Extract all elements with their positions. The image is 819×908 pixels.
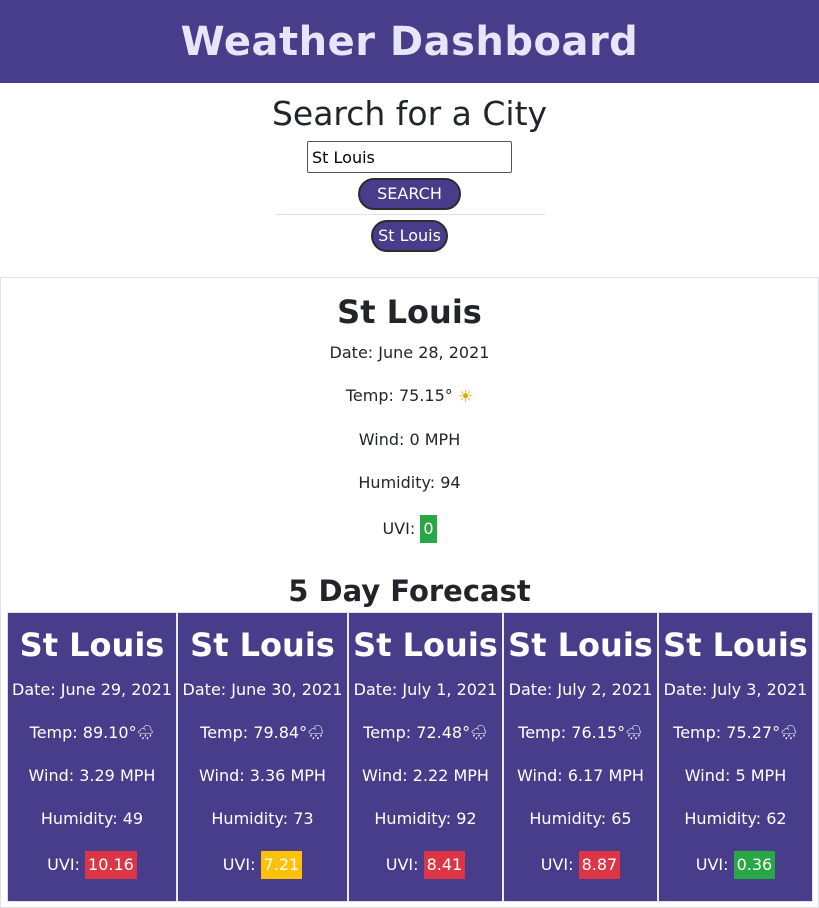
forecast-uvi-badge: 8.41 [423, 851, 466, 879]
forecast-uvi-line: UVI: 10.16 [8, 851, 176, 879]
city-search-input[interactable] [307, 141, 512, 173]
forecast-temp-line: Temp: 75.27°🌧 [659, 722, 812, 744]
forecast-uvi-label: UVI: [540, 855, 574, 874]
current-temp-line: Temp: 75.15° ☀ [1, 385, 818, 408]
sun-icon: ☀ [457, 387, 474, 407]
forecast-uvi-label: UVI: [47, 855, 80, 874]
app-header: Weather Dashboard [0, 0, 819, 83]
current-uvi-badge: 0 [420, 515, 437, 543]
forecast-city: St Louis [508, 626, 653, 664]
forecast-date: Date: June 29, 2021 [12, 680, 172, 699]
forecast-uvi-line: UVI: 8.41 [349, 851, 502, 879]
forecast-temp: Temp: 79.84° [200, 723, 308, 742]
forecast-city: St Louis [353, 626, 498, 664]
current-uvi-line: UVI: 0 [1, 515, 818, 543]
forecast-card: St Louis Date: June 29, 2021 Temp: 89.10… [8, 613, 178, 901]
rain-cloud-icon: 🌧 [625, 725, 643, 741]
forecast-humidity: Humidity: 62 [684, 809, 787, 828]
forecast-card: St Louis Date: July 3, 2021 Temp: 75.27°… [659, 613, 812, 901]
forecast-uvi-label: UVI: [695, 855, 729, 874]
search-heading: Search for a City [271, 94, 548, 133]
current-date: Date: June 28, 2021 [329, 343, 490, 362]
forecast-uvi-label: UVI: [222, 855, 256, 874]
forecast-city: St Louis [19, 626, 165, 664]
forecast-humidity: Humidity: 73 [211, 809, 314, 828]
forecast-temp-line: Temp: 72.48°🌧 [349, 722, 502, 744]
forecast-uvi-line: UVI: 7.21 [178, 851, 347, 879]
rain-cloud-icon: 🌧 [136, 725, 155, 741]
forecast-uvi-badge: 8.87 [578, 851, 621, 879]
forecast-date: Date: July 1, 2021 [353, 680, 498, 699]
current-wind: Wind: 0 MPH [358, 430, 461, 449]
forecast-humidity: Humidity: 49 [40, 809, 144, 828]
forecast-uvi-line: UVI: 8.87 [504, 851, 657, 879]
forecast-uvi-badge: 10.16 [85, 851, 137, 879]
rain-cloud-icon: 🌧 [307, 725, 325, 741]
forecast-card: St Louis Date: July 1, 2021 Temp: 72.48°… [349, 613, 504, 901]
forecast-wind: Wind: 3.29 MPH [28, 766, 156, 785]
rain-cloud-icon: 🌧 [470, 725, 488, 741]
forecast-uvi-badge: 0.36 [733, 851, 776, 879]
forecast-uvi-line: UVI: 0.36 [659, 851, 812, 879]
forecast-title: 5 Day Forecast [288, 574, 531, 608]
history-button-st-louis[interactable]: St Louis [371, 220, 448, 252]
forecast-temp-line: Temp: 76.15°🌧 [504, 722, 657, 744]
forecast-humidity: Humidity: 65 [529, 809, 632, 828]
forecast-wind: Wind: 3.36 MPH [199, 766, 326, 785]
current-humidity: Humidity: 94 [358, 473, 461, 492]
forecast-cards: St Louis Date: June 29, 2021 Temp: 89.10… [7, 612, 813, 902]
search-divider [274, 214, 545, 215]
current-weather-panel: St Louis Date: June 28, 2021 Temp: 75.15… [0, 277, 819, 908]
current-temp: Temp: 75.15° [345, 386, 453, 405]
forecast-uvi-label: UVI: [385, 855, 419, 874]
forecast-temp-line: Temp: 89.10°🌧 [8, 722, 176, 744]
search-button[interactable]: SEARCH [358, 178, 461, 210]
forecast-city: St Louis [190, 626, 335, 664]
search-panel: Search for a City SEARCH St Louis [0, 83, 819, 252]
forecast-card: St Louis Date: July 2, 2021 Temp: 76.15°… [504, 613, 659, 901]
rain-cloud-icon: 🌧 [780, 725, 798, 741]
forecast-temp: Temp: 72.48° [363, 723, 471, 742]
forecast-city: St Louis [663, 626, 808, 664]
forecast-wind: Wind: 2.22 MPH [362, 766, 489, 785]
forecast-uvi-badge: 7.21 [260, 851, 303, 879]
forecast-temp: Temp: 89.10° [29, 723, 137, 742]
forecast-card: St Louis Date: June 30, 2021 Temp: 79.84… [178, 613, 349, 901]
forecast-temp-line: Temp: 79.84°🌧 [178, 722, 347, 744]
forecast-date: Date: July 2, 2021 [508, 680, 653, 699]
forecast-wind: Wind: 5 MPH [684, 766, 787, 785]
forecast-date: Date: June 30, 2021 [182, 680, 343, 699]
forecast-humidity: Humidity: 92 [374, 809, 477, 828]
forecast-temp: Temp: 75.27° [673, 723, 781, 742]
forecast-wind: Wind: 6.17 MPH [517, 766, 644, 785]
forecast-date: Date: July 3, 2021 [663, 680, 808, 699]
current-city-name: St Louis [337, 293, 482, 331]
forecast-temp: Temp: 76.15° [518, 723, 626, 742]
current-uvi-label: UVI: [382, 519, 416, 538]
app-title: Weather Dashboard [180, 18, 639, 65]
